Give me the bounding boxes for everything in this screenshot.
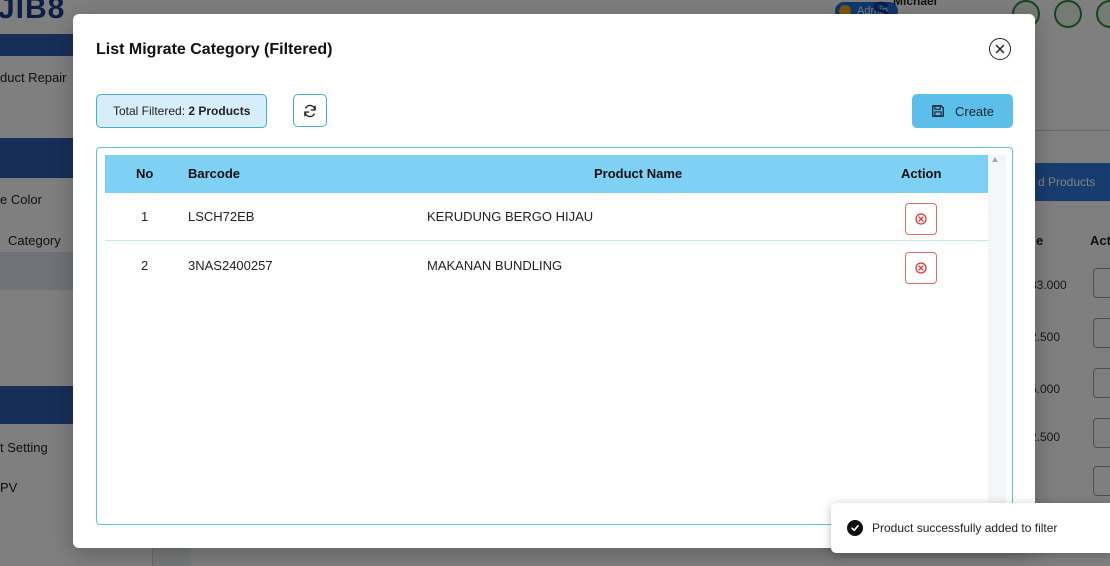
- create-button-label: Create: [954, 103, 995, 119]
- success-toast: Product successfully added to filter: [831, 503, 1110, 553]
- total-filtered-label: Total Filtered:: [113, 104, 186, 118]
- header-product-name: Product Name: [594, 166, 683, 181]
- cell-product-name: MAKANAN BUNDLING: [427, 258, 563, 273]
- close-button[interactable]: [989, 38, 1011, 60]
- table-header: No Barcode Product Name Action: [105, 155, 988, 193]
- migrate-category-modal: List Migrate Category (Filtered) Total F…: [73, 14, 1035, 548]
- remove-circle-icon: [915, 262, 927, 274]
- check-icon: [851, 525, 859, 532]
- cell-barcode: 3NAS2400257: [188, 258, 273, 273]
- header-no: No: [136, 166, 154, 181]
- cell-product-name: KERUDUNG BERGO HIJAU: [427, 209, 594, 224]
- remove-row-button[interactable]: [905, 203, 937, 235]
- header-action: Action: [901, 166, 942, 181]
- refresh-button[interactable]: [293, 94, 327, 127]
- close-circle-icon: [995, 44, 1005, 54]
- check-circle-icon: [847, 520, 863, 536]
- refresh-icon: [304, 104, 316, 117]
- cell-no: 1: [141, 209, 149, 224]
- create-button[interactable]: Create: [912, 94, 1013, 128]
- products-table: No Barcode Product Name Action 1 LSCH72E…: [96, 147, 1013, 525]
- cell-no: 2: [141, 258, 149, 273]
- modal-title: List Migrate Category (Filtered): [96, 41, 333, 58]
- table-row: 2 3NAS2400257 MAKANAN BUNDLING: [105, 242, 988, 290]
- table-row: 1 LSCH72EB KERUDUNG BERGO HIJAU: [105, 193, 988, 241]
- toast-message: Product successfully added to filter: [872, 521, 1058, 535]
- scroll-up-arrow-icon[interactable]: [992, 157, 998, 162]
- table-scrollbar[interactable]: [988, 155, 1006, 524]
- cell-barcode: LSCH72EB: [188, 209, 255, 224]
- remove-row-button[interactable]: [905, 252, 937, 284]
- total-filtered-value: 2 Products: [188, 104, 251, 118]
- total-filtered-badge: Total Filtered: 2 Products: [96, 94, 268, 128]
- save-icon: [932, 105, 944, 117]
- header-barcode: Barcode: [188, 166, 241, 181]
- row-divider: [105, 240, 988, 241]
- remove-circle-icon: [915, 213, 927, 225]
